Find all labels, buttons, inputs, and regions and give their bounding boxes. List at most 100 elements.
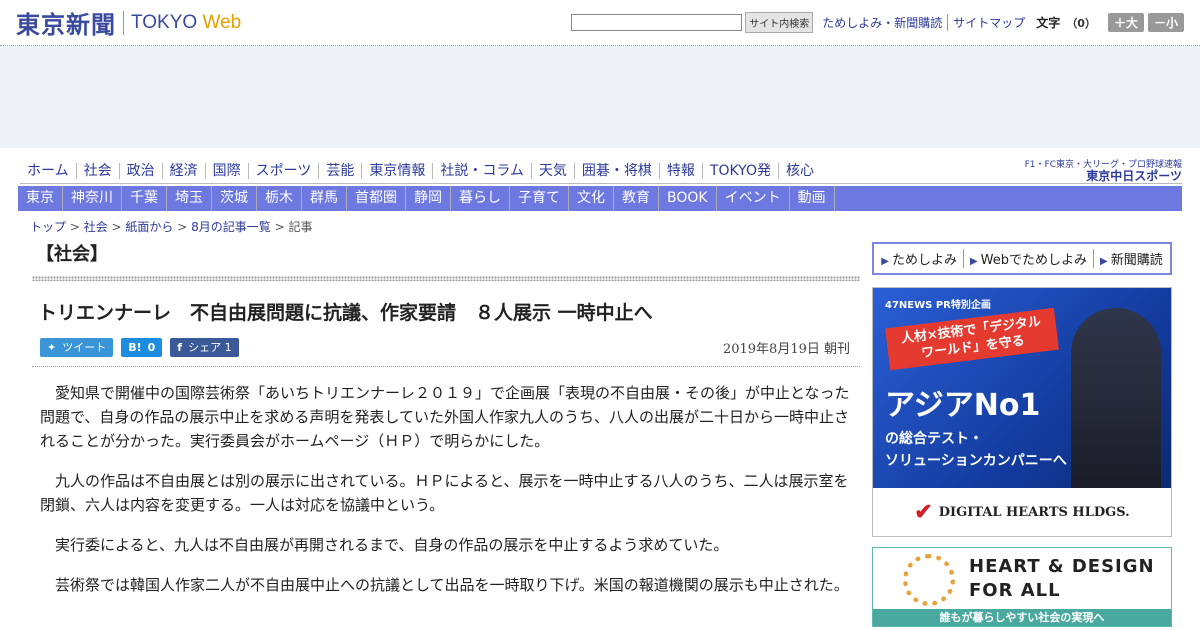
tweet-button[interactable]: ✦ ツイート [40,337,114,357]
site-search-button[interactable]: サイト内検索 [745,12,814,33]
ad1-visual: 47NEWS PR特別企画 人材×技術で「デジタルワールド」を守る アジアNo1… [873,288,1171,488]
font-size-label: 文字 [1036,16,1061,30]
hatena-count: 0 [147,340,156,354]
nav-international[interactable]: 国際 [204,162,248,179]
article-paragraph: 愛知県で開催中の国際芸術祭「あいちトリエンナーレ２０１９」で企画展「表現の不自由… [40,384,850,450]
article-body: 愛知県で開催中の国際芸術祭「あいちトリエンナーレ２０１９」で企画展「表現の不自由… [32,367,860,597]
font-smaller-button[interactable]: －小 [1147,13,1184,32]
section-heading: 【社会】 [36,244,108,265]
facebook-share-button[interactable]: f シェア 1 [170,337,239,357]
nav-tokyo-info[interactable]: 東京情報 [361,162,432,179]
regional-tochigi[interactable]: 栃木 [257,186,302,211]
regional-tokyo[interactable]: 東京 [18,186,63,211]
dotted-divider [32,276,860,281]
flower-logo-icon [903,554,955,606]
site-header: 東京新聞 TOKYO Web サイト内検索 ためしよみ・新聞購読 サイトマップ … [0,0,1200,46]
logo-divider [123,10,124,35]
arrow-right-icon: ▶ [969,256,978,267]
nav-entertainment[interactable]: 芸能 [318,162,361,179]
ad-person-image [1071,308,1161,488]
ad2-line2: FOR ALL [969,580,1061,601]
site-search-input[interactable] [571,14,743,31]
nav-parenting[interactable]: 子育て [510,186,569,211]
digital-hearts-ad[interactable]: 47NEWS PR特別企画 人材×技術で「デジタルワールド」を守る アジアNo1… [872,287,1172,537]
ad2-line1: HEART & DESIGN [969,556,1155,577]
ad1-label: 47NEWS PR特別企画 [885,300,991,311]
ad1-sub2: ソリューションカンパニーへ [885,453,1067,469]
ad2-strip: 誰もが暮らしやすい社会の実現へ [873,609,1171,626]
nav-go-shogi[interactable]: 囲碁・将棋 [573,162,659,179]
breadcrumb-august-list[interactable]: 8月の記事一覧 [191,220,271,234]
nav-economy[interactable]: 経済 [161,162,205,179]
nav-lifestyle[interactable]: 暮らし [451,186,510,211]
nav-sports[interactable]: スポーツ [247,162,319,179]
breadcrumb: トップ > 社会 > 紙面から > 8月の記事一覧 > 記事 [30,220,313,234]
ad1-sponsor-name: DIGITAL HEARTS HLDGS. [938,504,1130,520]
nav-politics[interactable]: 政治 [118,162,162,179]
nav-book[interactable]: BOOK [659,186,717,211]
nav-event[interactable]: イベント [717,186,790,211]
breadcrumb-top[interactable]: トップ [30,220,66,234]
nav-video[interactable]: 動画 [790,186,835,211]
sitemap-link[interactable]: サイトマップ [947,14,1030,31]
subscribe-newspaper-label: 新聞購読 [1110,253,1163,268]
chunichi-sports-promo[interactable]: F1・FC東京・大リーグ・プロ野球速報 東京中日スポーツ [1025,160,1182,182]
regional-gunma[interactable]: 群馬 [302,186,347,211]
logo-tokyo-shimbun[interactable]: 東京新聞 [16,5,116,40]
hatena-icon: B! [128,340,142,354]
breadcrumb-current: 記事 [288,220,313,234]
subscribe-newspaper-link[interactable]: ▶ 新聞購読 [1093,249,1169,268]
regional-shutoken[interactable]: 首都圏 [347,186,406,211]
tweet-label: ツイート [62,341,107,354]
twitter-icon: ✦ [47,340,57,354]
article-meta: ✦ ツイート B! 0 f シェア 1 2019年8月19日 朝刊 [32,335,860,359]
arrow-right-icon: ▶ [881,256,889,267]
article-paragraph: 実行委によると、九人は不自由展が再開されるまで、自身の作品の展示を中止するよう求… [55,536,729,554]
trial-subscribe-link[interactable]: ためしよみ・新聞購読 [817,14,947,31]
nav-tokyo-hatsu[interactable]: TOKYO発 [701,162,778,179]
article-paragraph: 九人の作品は不自由展とは別の展示に出されている。ＨＰによると、展示を一時中止する… [40,472,849,514]
nav-culture[interactable]: 文化 [569,186,614,211]
nav-home[interactable]: ホーム [20,163,76,179]
subscribe-trial-label: ためしよみ [891,253,957,268]
regional-chiba[interactable]: 千葉 [122,186,167,211]
nav-education[interactable]: 教育 [614,186,659,211]
ad1-sponsor: ✔ DIGITAL HEARTS HLDGS. [873,488,1171,536]
nav-special-report[interactable]: 特報 [658,162,702,179]
breadcrumb-paper[interactable]: 紙面から [125,220,173,234]
subscribe-web-trial-link[interactable]: ▶ Webでためしよみ [962,249,1093,268]
facebook-share-label: シェア 1 [188,341,232,354]
nav-editorial[interactable]: 社説・コラム [432,162,531,179]
regional-saitama[interactable]: 埼玉 [167,186,212,211]
subscribe-trial-link[interactable]: ▶ ためしよみ [875,249,963,268]
breadcrumb-society[interactable]: 社会 [84,220,108,234]
nav-weather[interactable]: 天気 [530,162,574,179]
heart-design-ad[interactable]: HEART & DESIGN FOR ALL 誰もが暮らしやすい社会の実現へ [872,547,1172,627]
ad1-sub1: の総合テスト・ [885,431,983,447]
logo-tokyo-web[interactable]: TOKYO Web [131,12,241,34]
regional-kanagawa[interactable]: 神奈川 [63,186,122,211]
header-tools: サイト内検索 ためしよみ・新聞購読 サイトマップ 文字 （0） ＋大 －小 [571,12,1184,33]
arrow-right-icon: ▶ [1100,256,1108,267]
font-size-value: （0） [1066,16,1096,30]
article-date: 2019年8月19日 朝刊 [722,341,850,357]
checkmark-icon: ✔ [914,499,933,525]
promo-line2: 東京中日スポーツ [1086,168,1182,183]
facebook-icon: f [177,340,183,354]
primary-nav: ホーム 社会 政治 経済 国際 スポーツ 芸能 東京情報 社説・コラム 天気 囲… [20,158,1182,184]
logo-web-text: Web [202,11,242,33]
hatena-bookmark-button[interactable]: B! 0 [121,337,163,357]
nav-kakushin[interactable]: 核心 [777,162,821,179]
logo-tokyo-text: TOKYO [131,11,198,33]
subscribe-web-trial-label: Webでためしよみ [980,253,1088,268]
nav-society[interactable]: 社会 [75,162,119,179]
ad1-headline: アジアNo1 [885,388,1041,423]
article-main: 【社会】 トリエンナーレ 不自由展問題に抗議、作家要請 ８人展示 一時中止へ ✦… [32,240,860,613]
article-headline: トリエンナーレ 不自由展問題に抗議、作家要請 ８人展示 一時中止へ [38,302,653,324]
font-bigger-button[interactable]: ＋大 [1107,13,1144,32]
ad1-banner: 人材×技術で「デジタルワールド」を守る [885,307,1059,371]
subscribe-box: ▶ ためしよみ ▶ Webでためしよみ ▶ 新聞購読 [872,242,1172,275]
regional-nav: 東京 神奈川 千葉 埼玉 茨城 栃木 群馬 首都圏 静岡 暮らし 子育て 文化 … [18,186,1182,211]
regional-shizuoka[interactable]: 静岡 [406,186,451,211]
regional-ibaraki[interactable]: 茨城 [212,186,257,211]
